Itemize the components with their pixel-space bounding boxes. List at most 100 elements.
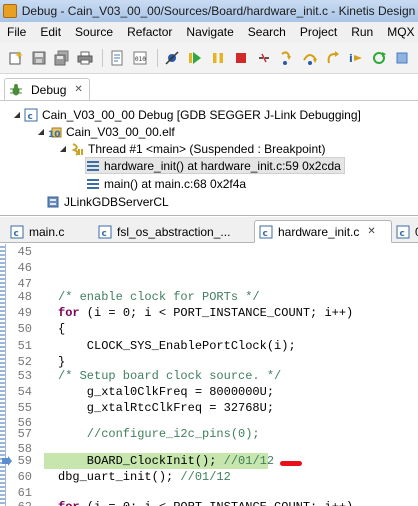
process-icon: 10 <box>48 125 62 139</box>
step-into-icon[interactable] <box>277 48 297 68</box>
title-bar: Debug - Cain_V03_00_00/Sources/Board/har… <box>0 0 418 22</box>
svg-text:c: c <box>400 229 405 239</box>
menu-mqx[interactable]: MQX <box>380 25 418 39</box>
code-editor[interactable]: 45 46 47 48/* enable clock for PORTs */ … <box>0 244 418 506</box>
close-icon[interactable]: ✕ <box>367 226 375 237</box>
expand-icon[interactable]: ◢ <box>12 110 22 119</box>
svg-text:c: c <box>14 229 19 239</box>
restart-icon[interactable] <box>369 48 389 68</box>
toolbar-separator <box>102 48 103 67</box>
bug-icon <box>9 83 23 97</box>
menu-refactor[interactable]: Refactor <box>120 25 179 39</box>
disconnect-icon[interactable] <box>254 48 274 68</box>
close-icon[interactable]: ✕ <box>74 84 82 95</box>
c-file-icon: c <box>259 225 273 239</box>
suspend-icon[interactable] <box>208 48 228 68</box>
menu-search[interactable]: Search <box>241 25 293 39</box>
code-line[interactable]: 49 for (i = 0; i < PORT_INSTANCE_COUNT; i… <box>0 306 418 322</box>
gdb-server-icon <box>46 195 60 209</box>
launch-config-icon: c <box>24 108 38 122</box>
tree-item-label: Cain_V03_00_00.elf <box>66 124 175 139</box>
stack-frame-icon <box>86 159 100 173</box>
code-line[interactable]: 51 CLOCK_SYS_EnablePortClock(i); <box>0 339 418 355</box>
save-icon[interactable] <box>29 48 49 68</box>
code-line[interactable]: 45 <box>0 245 418 261</box>
tree-item-frame-main[interactable]: main() at main.c:68 0x2f4a <box>86 175 246 192</box>
step-over-icon[interactable] <box>300 48 320 68</box>
skip-breakpoints-icon[interactable] <box>162 48 182 68</box>
menu-bar: File Edit Source Refactor Navigate Searc… <box>0 22 418 42</box>
svg-text:c: c <box>263 229 268 239</box>
new-icon[interactable] <box>6 48 26 68</box>
debug-view: Debug ✕ ◢ c Cain_V03_00_00 Debug [GDB SE… <box>0 74 418 216</box>
code-line[interactable]: 48/* enable clock for PORTs */ <box>0 290 418 306</box>
save-all-icon[interactable] <box>52 48 72 68</box>
code-line[interactable]: 55 g_xtalRtcClkFreq = 32768U; <box>0 401 418 417</box>
uart-init-code: dbg_uart_init(); //01/12 <box>58 470 231 484</box>
menu-run[interactable]: Run <box>344 25 380 39</box>
code-line[interactable]: 53/* Setup board clock source. */ <box>0 369 418 385</box>
code-line[interactable]: 50{ <box>0 322 418 338</box>
svg-text:010: 010 <box>135 56 146 63</box>
source-file-icon[interactable] <box>107 48 127 68</box>
tree-item-thread[interactable]: ◢ Thread #1 <main> (Suspended : Breakpoi… <box>58 140 326 157</box>
menu-file[interactable]: File <box>0 25 33 39</box>
c-file-icon: c <box>10 225 24 239</box>
code-line[interactable]: 62for (i = 0; i < PORT_INSTANCE_COUNT; i… <box>0 500 418 506</box>
tree-item-label: Thread #1 <main> (Suspended : Breakpoint… <box>88 141 326 156</box>
svg-text:10: 10 <box>48 130 61 139</box>
instruction-step-icon[interactable]: i <box>346 48 366 68</box>
for-loop-code-2: for (i = 0; i < PORT_INSTANCE_COUNT; i++… <box>58 500 353 506</box>
code-line[interactable]: 54 g_xtal0ClkFreq = 8000000U; <box>0 385 418 401</box>
for-loop-code: for (i = 0; i < PORT_INSTANCE_COUNT; i++… <box>58 306 354 320</box>
window-title: Debug - Cain_V03_00_00/Sources/Board/har… <box>21 4 418 18</box>
svg-text:c: c <box>28 112 33 122</box>
code-line-current[interactable]: 59 BOARD_ClockInit(); //01/12 <box>0 454 418 470</box>
menu-edit[interactable]: Edit <box>33 25 68 39</box>
view-tab-divider <box>0 100 418 101</box>
tab-hardware-init-c[interactable]: c hardware_init.c ✕ <box>254 220 392 243</box>
tree-item-frame-hardware-init[interactable]: hardware_init() at hardware_init.c:59 0x… <box>85 157 345 174</box>
svg-text:i: i <box>349 52 353 65</box>
c-file-icon: c <box>396 225 410 239</box>
toolbar-separator <box>157 48 158 67</box>
tab-debug-label: Debug <box>31 82 67 97</box>
tree-item-label: Cain_V03_00_00 Debug [GDB SEGGER J-Link … <box>42 107 361 122</box>
code-line[interactable]: 57 //configure_i2c_pins(0); <box>0 427 418 443</box>
terminate-icon[interactable] <box>231 48 251 68</box>
step-return-icon[interactable] <box>323 48 343 68</box>
expand-icon[interactable]: ◢ <box>58 144 68 153</box>
tab-debug[interactable]: Debug ✕ <box>4 78 90 100</box>
disassembly-icon[interactable]: 010 <box>130 48 150 68</box>
red-annotation-mark <box>280 461 302 466</box>
code-line[interactable]: 46 <box>0 261 418 277</box>
tab-label: fsl_os_abstraction_... <box>117 224 231 239</box>
tab-0x0[interactable]: c 0x0 <box>394 220 418 243</box>
toolbar: 010 i <box>0 42 418 74</box>
tree-item-launch[interactable]: ◢ c Cain_V03_00_00 Debug [GDB SEGGER J-L… <box>12 106 361 123</box>
tab-main-c[interactable]: c main.c <box>6 220 90 243</box>
thread-icon <box>70 142 84 156</box>
resume-icon[interactable] <box>185 48 205 68</box>
expand-icon[interactable]: ◢ <box>36 127 46 136</box>
tab-label: hardware_init.c <box>278 224 360 239</box>
tree-item-label: main() at main.c:68 0x2f4a <box>104 176 247 191</box>
c-file-icon: c <box>98 225 112 239</box>
menu-navigate[interactable]: Navigate <box>179 25 240 39</box>
more-icon[interactable] <box>392 48 412 68</box>
print-icon[interactable] <box>75 48 95 68</box>
tree-item-label: hardware_init() at hardware_init.c:59 0x… <box>104 158 341 173</box>
menu-source[interactable]: Source <box>68 25 120 39</box>
tree-item-gdb-server[interactable]: JLinkGDBServerCL <box>46 193 169 210</box>
code-line[interactable]: 60 dbg_uart_init(); //01/12 <box>0 470 418 486</box>
app-icon <box>3 4 17 18</box>
tab-fsl-os-abstraction[interactable]: c fsl_os_abstraction_... <box>94 220 250 243</box>
editor-tab-bar: c main.c c fsl_os_abstraction_... c hard… <box>0 217 418 243</box>
tab-label: main.c <box>29 224 65 239</box>
tree-item-process[interactable]: ◢ 10 Cain_V03_00_00.elf <box>36 123 175 140</box>
menu-project[interactable]: Project <box>293 25 344 39</box>
svg-text:c: c <box>102 229 107 239</box>
tree-item-label: JLinkGDBServerCL <box>64 194 169 209</box>
stack-frame-icon <box>86 177 100 191</box>
current-line-code: BOARD_ClockInit(); //01/12 <box>58 454 275 468</box>
